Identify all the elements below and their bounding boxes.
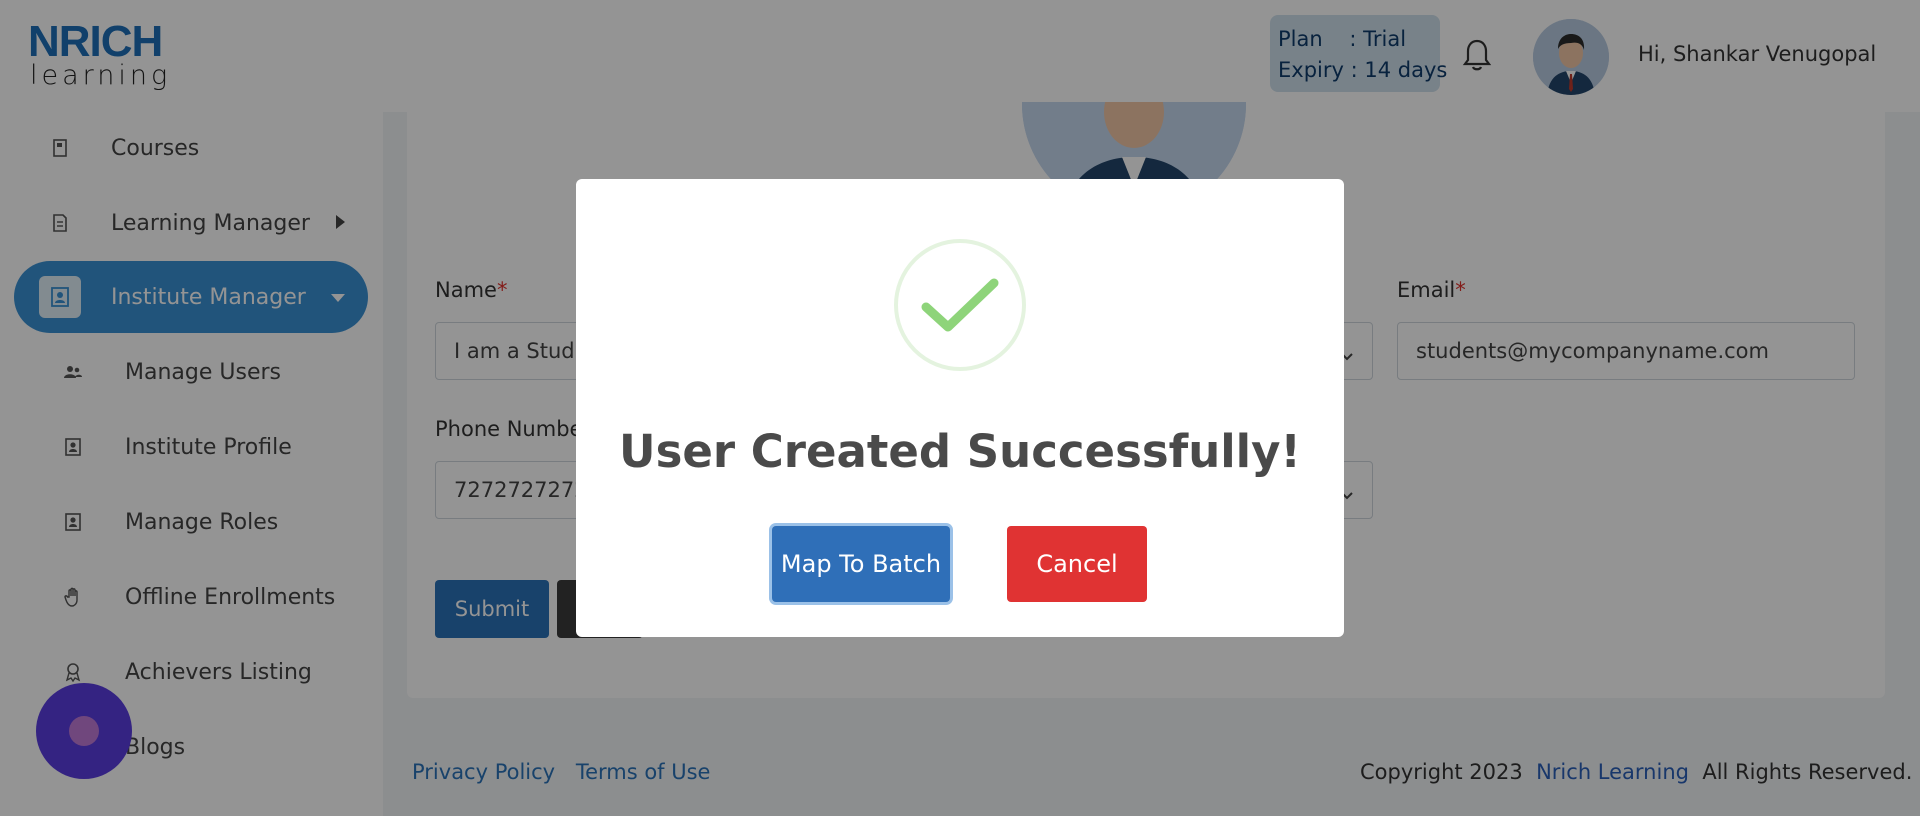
cancel-button[interactable]: Cancel: [1007, 526, 1147, 602]
dialog-title: User Created Successfully!: [619, 425, 1301, 478]
success-dialog: User Created Successfully! Map To Batch …: [576, 179, 1344, 637]
map-to-batch-button[interactable]: Map To Batch: [772, 526, 950, 602]
success-check-icon: [894, 239, 1026, 371]
